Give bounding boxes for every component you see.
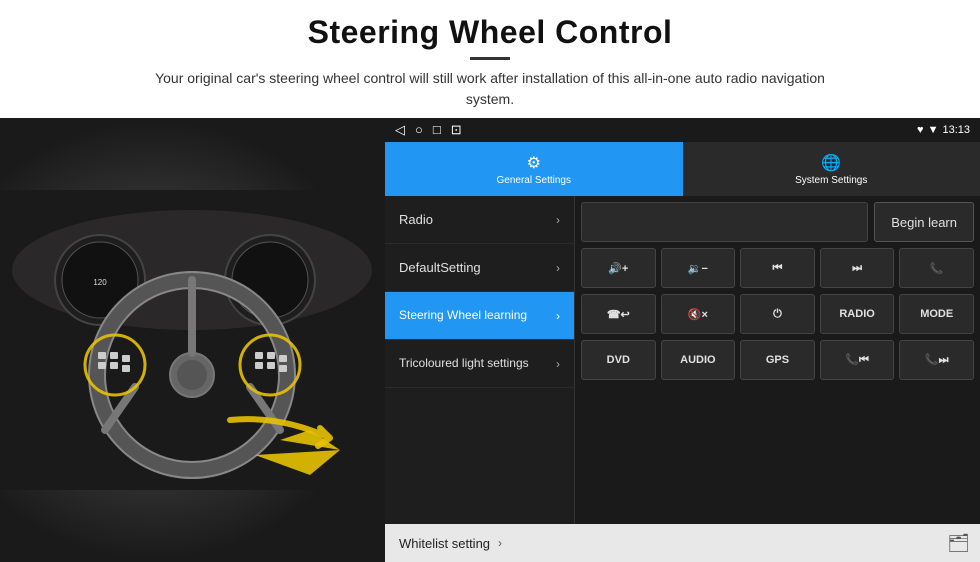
volume-down-button[interactable]: 🔉− [661,248,736,288]
volume-down-icon: 🔉− [688,262,708,275]
tel-prev-icon: 📞⏮ [845,353,869,367]
tab-general[interactable]: ⚙ General Settings [385,142,683,196]
mode-label: MODE [920,308,953,320]
controls-panel: Begin learn 🔊+ 🔉− ⏮ [575,196,980,524]
audio-button[interactable]: AUDIO [661,340,736,380]
learn-input[interactable] [581,202,868,242]
tab-system[interactable]: 🌐 System Settings [683,142,980,196]
hang-up-icon: ☎↩ [607,308,630,321]
mute-icon: 🔇× [688,308,708,321]
header-section: Steering Wheel Control Your original car… [0,0,980,118]
page-wrapper: Steering Wheel Control Your original car… [0,0,980,562]
content-row: 120 [0,118,980,562]
gps-label: GPS [766,354,789,366]
menu-steering-label: Steering Wheel learning [399,308,527,324]
tab-bar: ⚙ General Settings 🌐 System Settings [385,142,980,196]
menu-tricoloured-label: Tricoloured light settings [399,356,529,372]
whitelist-bar[interactable]: Whitelist setting › 🗂 [385,524,980,562]
phone-button[interactable]: 📞 [899,248,974,288]
menu-list: Radio › DefaultSetting › Steering Wheel … [385,196,575,524]
hang-up-button[interactable]: ☎↩ [581,294,656,334]
power-button[interactable]: ⏻ [740,294,815,334]
back-icon[interactable]: ◁ [395,122,405,138]
volume-up-icon: 🔊+ [608,262,628,275]
signal-icon: ▼ [928,124,939,136]
radio-button[interactable]: RADIO [820,294,895,334]
ui-panel: ◁ ○ □ ⊡ ♥ ▼ 13:13 ⚙ General Settings [385,118,980,562]
dvd-label: DVD [607,354,630,366]
steering-wheel-svg: 120 [0,118,385,562]
steering-wheel-background: 120 [0,118,385,562]
tel-next-icon: 📞⏭ [925,353,949,367]
power-icon: ⏻ [773,308,782,321]
dvd-button[interactable]: DVD [581,340,656,380]
gps-icon: ♥ [917,124,924,136]
subtitle: Your original car's steering wheel contr… [140,68,840,110]
radio-label: RADIO [839,308,874,320]
menu-default-label: DefaultSetting [399,260,481,275]
chevron-right-icon: › [556,357,560,371]
menu-item-steering[interactable]: Steering Wheel learning › [385,292,574,340]
tab-general-label: General Settings [497,175,572,186]
gps-button[interactable]: GPS [740,340,815,380]
whitelist-icon: 🗂 [947,533,970,554]
recents-icon[interactable]: □ [433,122,441,138]
image-panel: 120 [0,118,385,562]
gear-icon: ⚙ [527,153,541,173]
control-grid-row2: ☎↩ 🔇× ⏻ RADIO MODE [581,294,974,334]
phone-icon: 📞 [930,262,944,275]
chevron-right-icon: › [556,309,560,323]
mode-button[interactable]: MODE [899,294,974,334]
svg-text:120: 120 [93,278,107,287]
volume-up-button[interactable]: 🔊+ [581,248,656,288]
status-bar: ◁ ○ □ ⊡ ♥ ▼ 13:13 [385,118,980,142]
time-display: 13:13 [942,124,970,136]
globe-icon: 🌐 [821,153,841,173]
prev-track-icon: ⏮ [773,262,783,275]
tel-prev-button[interactable]: 📞⏮ [820,340,895,380]
whitelist-label: Whitelist setting [399,536,490,551]
home-icon[interactable]: ○ [415,122,423,138]
chevron-right-icon: › [556,261,560,275]
control-grid-row1: 🔊+ 🔉− ⏮ ⏭ 📞 [581,248,974,288]
chevron-right-icon: › [556,213,560,227]
mute-button[interactable]: 🔇× [661,294,736,334]
begin-learn-button[interactable]: Begin learn [874,202,974,242]
status-right: ♥ ▼ 13:13 [917,124,970,136]
control-grid-row3: DVD AUDIO GPS 📞⏮ 📞⏭ [581,340,974,380]
title-divider [470,57,510,60]
whitelist-chevron-icon: › [498,536,502,550]
tab-system-label: System Settings [795,175,867,186]
next-track-button[interactable]: ⏭ [820,248,895,288]
menu-item-tricoloured[interactable]: Tricoloured light settings › [385,340,574,388]
next-track-icon: ⏭ [852,262,862,275]
menu-radio-label: Radio [399,212,433,227]
tel-next-button[interactable]: 📞⏭ [899,340,974,380]
prev-track-button[interactable]: ⏮ [740,248,815,288]
nav-icons: ◁ ○ □ ⊡ [395,122,462,138]
page-title: Steering Wheel Control [40,14,940,51]
menu-item-default[interactable]: DefaultSetting › [385,244,574,292]
main-area: Radio › DefaultSetting › Steering Wheel … [385,196,980,524]
begin-learn-row: Begin learn [581,202,974,242]
screenshot-icon[interactable]: ⊡ [451,122,462,138]
audio-label: AUDIO [680,354,715,366]
menu-item-radio[interactable]: Radio › [385,196,574,244]
